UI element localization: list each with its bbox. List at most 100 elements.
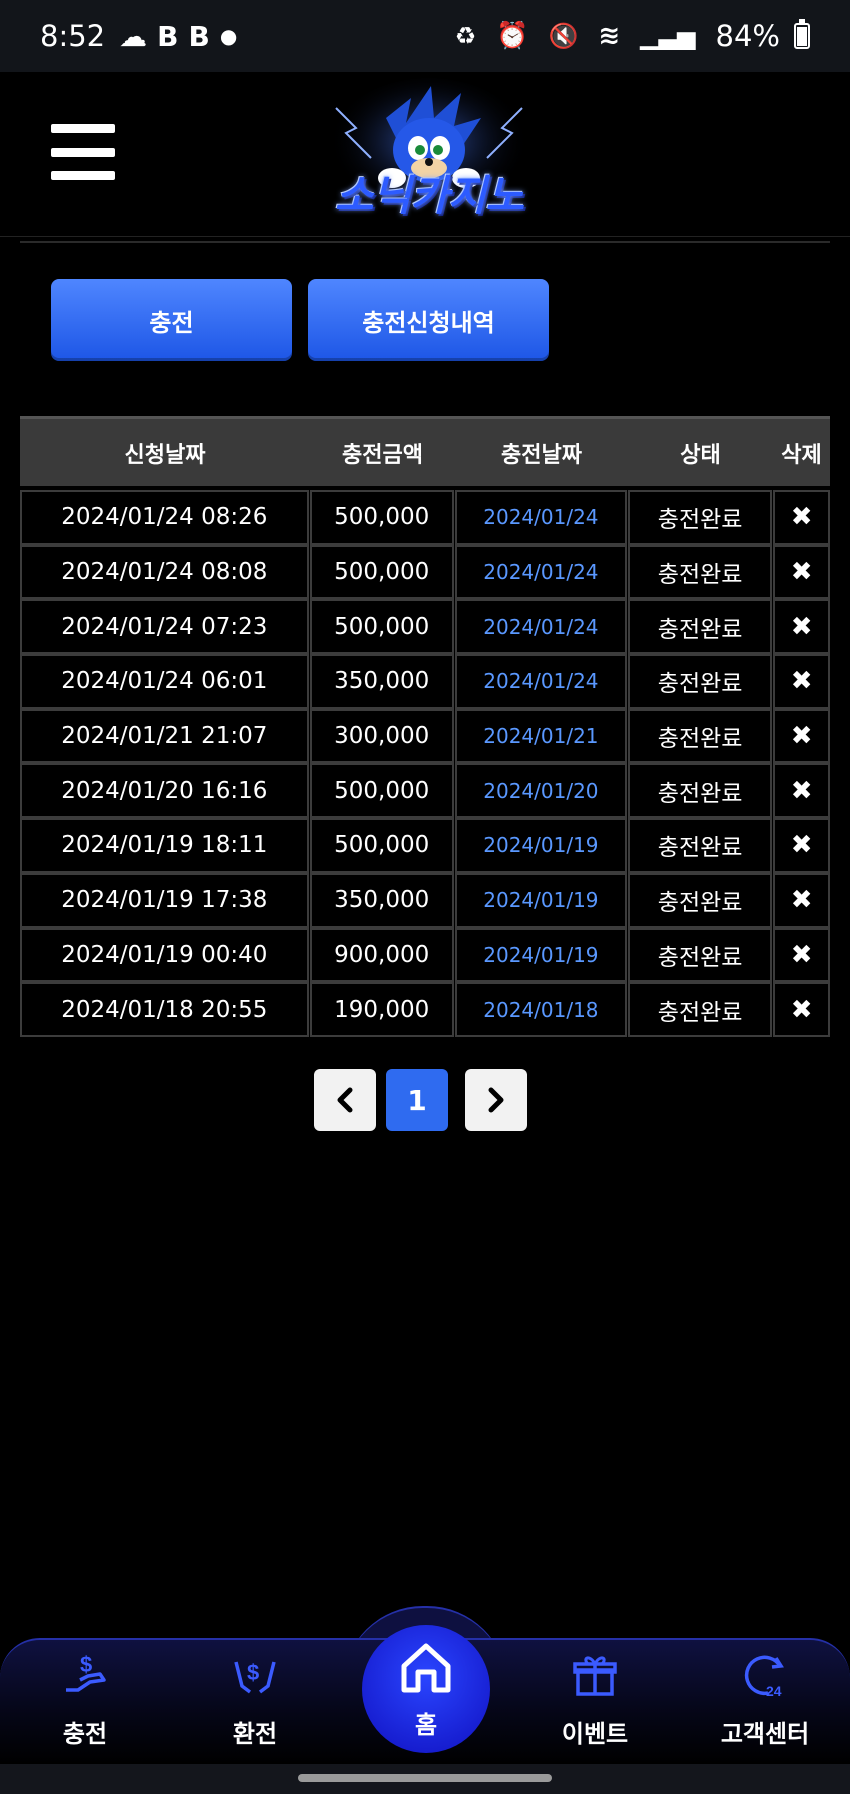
status-right: ♻ ⏰ 🔇 ≋ ▁▃▅ 84%	[455, 19, 810, 53]
cell-charge-date: 2024/01/21	[454, 708, 627, 764]
svg-text:$: $	[80, 1652, 92, 1677]
cell-status: 충전완료	[627, 818, 773, 873]
alarm-icon: ⏰	[496, 21, 529, 51]
delete-icon[interactable]: ✖	[773, 544, 830, 600]
cell-charge-date: 2024/01/24	[454, 490, 627, 545]
cell-request-date: 2024/01/19 00:40	[20, 927, 309, 983]
nav-withdraw-label: 환전	[232, 1720, 278, 1748]
hand-money-icon: $	[25, 1650, 145, 1708]
battery-saver-icon: ♻	[454, 22, 477, 50]
table-body: 2024/01/24 08:26 500,000 2024/01/24 충전완료…	[20, 490, 830, 1037]
cell-charge-date: 2024/01/24	[454, 599, 627, 655]
svg-text:$: $	[247, 1660, 259, 1685]
gesture-handle[interactable]	[298, 1774, 552, 1782]
charge-history-tab-button[interactable]: 충전신청내역	[308, 279, 549, 361]
delete-icon[interactable]: ✖	[773, 490, 830, 545]
table-row: 2024/01/19 00:40 900,000 2024/01/19 충전완료…	[20, 927, 830, 983]
cell-request-date: 2024/01/19 17:38	[20, 872, 309, 928]
nav-support[interactable]: 24 고객센터	[705, 1650, 825, 1749]
nav-withdraw[interactable]: $ 환전	[195, 1650, 315, 1749]
nav-home-button[interactable]: 홈	[362, 1625, 490, 1753]
dot-icon: ●	[219, 24, 238, 48]
cell-status: 충전완료	[627, 544, 773, 600]
delete-icon[interactable]: ✖	[773, 763, 830, 819]
menu-icon[interactable]	[51, 124, 115, 180]
cell-status: 충전완료	[627, 982, 773, 1037]
nav-event[interactable]: 이벤트	[535, 1650, 655, 1749]
battery-percent: 84%	[715, 19, 780, 53]
support-24-icon: 24	[705, 1650, 825, 1708]
cell-amount: 900,000	[309, 927, 454, 983]
cell-status: 충전완료	[627, 872, 773, 928]
charge-history-table: 신청날짜 충전금액 충전날짜 상태 삭제 2024/01/24 08:26 50…	[20, 416, 830, 1037]
cell-charge-date: 2024/01/24	[454, 544, 627, 600]
charge-tab-button[interactable]: 충전	[51, 279, 292, 361]
site-logo[interactable]: 소닉카지노	[316, 78, 542, 233]
cell-charge-date: 2024/01/19	[454, 872, 627, 928]
cell-request-date: 2024/01/24 07:23	[20, 599, 309, 655]
cell-amount: 500,000	[309, 544, 454, 600]
gift-icon	[535, 1650, 655, 1708]
delete-icon[interactable]: ✖	[773, 927, 830, 983]
cell-amount: 350,000	[309, 654, 454, 709]
table-row: 2024/01/24 07:23 500,000 2024/01/24 충전완료…	[20, 599, 830, 655]
cell-amount: 500,000	[309, 818, 454, 873]
nav-charge-label: 충전	[62, 1720, 108, 1748]
cell-request-date: 2024/01/21 21:07	[20, 708, 309, 764]
cell-status: 충전완료	[627, 599, 773, 655]
cell-amount: 300,000	[309, 708, 454, 764]
cell-status: 충전완료	[627, 708, 773, 764]
delete-icon[interactable]: ✖	[773, 818, 830, 873]
wifi-icon: ≋	[598, 21, 621, 51]
next-page-button[interactable]	[465, 1069, 527, 1131]
site-header: 소닉카지노	[0, 72, 850, 237]
chevron-left-icon	[337, 1087, 353, 1113]
cell-request-date: 2024/01/24 06:01	[20, 654, 309, 709]
delete-icon[interactable]: ✖	[773, 982, 830, 1037]
home-icon	[396, 1638, 456, 1705]
cell-amount: 500,000	[309, 599, 454, 655]
cell-request-date: 2024/01/24 08:26	[20, 490, 309, 545]
cell-request-date: 2024/01/18 20:55	[20, 982, 309, 1037]
battery-icon	[794, 19, 810, 49]
cell-request-date: 2024/01/24 08:08	[20, 544, 309, 600]
cell-charge-date: 2024/01/18	[454, 982, 627, 1037]
prev-page-button[interactable]	[314, 1069, 376, 1131]
b-icon: B	[157, 19, 179, 53]
header-divider	[20, 241, 830, 243]
cell-charge-date: 2024/01/24	[454, 654, 627, 709]
chevron-right-icon	[488, 1087, 504, 1113]
delete-icon[interactable]: ✖	[773, 654, 830, 709]
cell-amount: 500,000	[309, 490, 454, 545]
header-delete: 삭제	[781, 442, 822, 468]
table-row: 2024/01/19 17:38 350,000 2024/01/19 충전완료…	[20, 872, 830, 928]
cell-status: 충전완료	[627, 654, 773, 709]
logo-text: 소닉카지노	[334, 171, 524, 220]
table-row: 2024/01/20 16:16 500,000 2024/01/20 충전완료…	[20, 763, 830, 819]
cell-charge-date: 2024/01/19	[454, 818, 627, 873]
status-time: 8:52	[40, 19, 106, 53]
header-amount: 충전금액	[342, 442, 423, 468]
svg-text:24: 24	[766, 1683, 782, 1699]
delete-icon[interactable]: ✖	[773, 599, 830, 655]
signal-icon: ▁▃▅	[640, 22, 696, 50]
cell-amount: 350,000	[309, 872, 454, 928]
delete-icon[interactable]: ✖	[773, 708, 830, 764]
cell-status: 충전완료	[627, 490, 773, 545]
nav-charge[interactable]: $ 충전	[25, 1650, 145, 1749]
table-row: 2024/01/18 20:55 190,000 2024/01/18 충전완료…	[20, 982, 830, 1037]
status-bar: 8:52 ☁ B B ● ♻ ⏰ 🔇 ≋ ▁▃▅ 84%	[0, 0, 850, 72]
table-row: 2024/01/24 08:26 500,000 2024/01/24 충전완료…	[20, 490, 830, 545]
table-header: 신청날짜 충전금액 충전날짜 상태 삭제	[20, 416, 830, 486]
table-row: 2024/01/19 18:11 500,000 2024/01/19 충전완료…	[20, 818, 830, 873]
delete-icon[interactable]: ✖	[773, 872, 830, 928]
nav-event-label: 이벤트	[561, 1720, 629, 1748]
cell-request-date: 2024/01/20 16:16	[20, 763, 309, 819]
nav-home-label: 홈	[414, 1711, 438, 1739]
table-row: 2024/01/21 21:07 300,000 2024/01/21 충전완료…	[20, 708, 830, 764]
hands-money-icon: $	[195, 1650, 315, 1708]
header-status: 상태	[680, 442, 721, 468]
chat-icon: ☁	[119, 19, 148, 53]
page-1-button[interactable]: 1	[386, 1069, 448, 1131]
cell-charge-date: 2024/01/19	[454, 927, 627, 983]
